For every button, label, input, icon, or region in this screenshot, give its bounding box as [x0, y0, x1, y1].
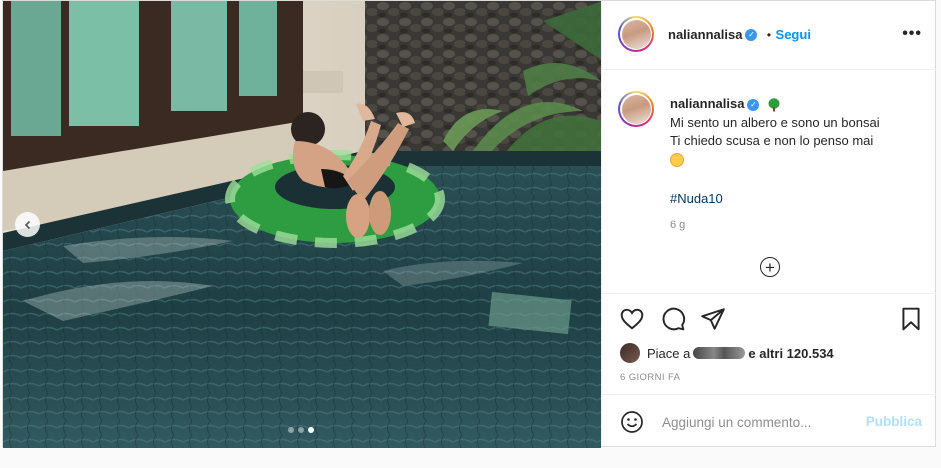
follow-button[interactable]: Segui	[776, 27, 811, 42]
instagram-post: naliannalisa ✓ • Segui ••• naliannalisa ✓ …	[2, 0, 936, 448]
bookmark-icon[interactable]	[898, 306, 924, 332]
caption-text: Mi sento un albero e sono un bonsai Ti c…	[670, 114, 920, 208]
caption-username[interactable]: naliannalisa	[670, 96, 744, 111]
comment-input[interactable]	[660, 409, 854, 435]
caption-age: 6 g	[670, 219, 686, 231]
carousel-previous-button[interactable]	[15, 212, 40, 237]
verified-badge-icon: ✓	[745, 28, 758, 41]
author-username[interactable]: naliannalisa	[668, 27, 742, 42]
paper-plane-icon[interactable]	[700, 306, 726, 332]
heart-icon[interactable]	[619, 306, 645, 332]
pool-photo-image	[3, 1, 601, 448]
post-header: naliannalisa ✓ • Segui •••	[602, 1, 936, 70]
likes-summary[interactable]: Piace a e altri 120.534	[620, 343, 834, 363]
caption-area: naliannalisa ✓ Mi sento un albero e sono …	[602, 70, 936, 292]
hashtag-link[interactable]: #Nuda10	[670, 190, 920, 208]
likes-prefix: Piace a	[647, 345, 691, 361]
liker-avatar[interactable]	[620, 343, 640, 363]
action-bar	[602, 293, 936, 344]
comment-form: Pubblica	[602, 394, 936, 447]
author-avatar[interactable]	[618, 16, 654, 52]
likes-count[interactable]: e altri 120.534	[748, 346, 833, 361]
post-side-panel: naliannalisa ✓ • Segui ••• naliannalisa ✓ …	[601, 1, 936, 446]
posted-time: 6 GIORNI FA	[620, 372, 681, 383]
carousel-dot	[288, 427, 294, 433]
carousel-dot-active	[308, 427, 314, 433]
verified-badge-icon: ✓	[747, 98, 760, 111]
caption-author-avatar[interactable]	[618, 91, 654, 127]
caption-line: Ti chiedo scusa e non lo penso mai	[670, 133, 874, 148]
carousel-indicator	[288, 427, 314, 433]
redacted-username[interactable]	[693, 347, 746, 359]
caption-line: Mi sento un albero e sono un bonsai	[670, 115, 880, 130]
tree-emoji-icon	[768, 97, 780, 112]
carousel-dot	[298, 427, 304, 433]
plus-circle-icon[interactable]: +	[760, 257, 780, 277]
smiley-icon[interactable]	[620, 410, 644, 434]
publish-button[interactable]: Pubblica	[866, 414, 922, 429]
post-photo[interactable]	[3, 1, 601, 448]
smiling-emoji-icon	[670, 153, 684, 167]
more-options-icon[interactable]: •••	[902, 25, 922, 43]
chevron-left-icon	[24, 220, 30, 229]
comment-bubble-icon[interactable]	[660, 306, 686, 332]
separator-dot: •	[766, 28, 772, 42]
